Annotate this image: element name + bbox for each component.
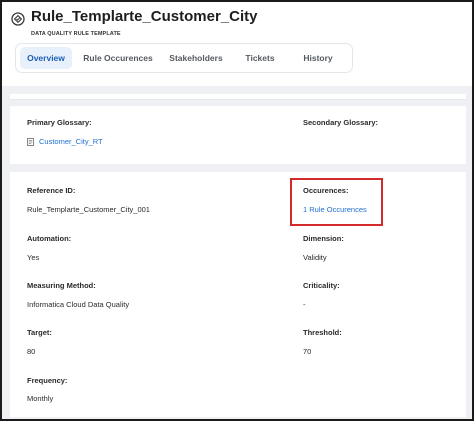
tab-overview[interactable]: Overview: [20, 47, 72, 69]
threshold-label: Threshold:: [303, 328, 342, 337]
page-header: Rule_Templarte_Customer_City DATA QUALIT…: [2, 2, 472, 86]
criticality-label: Criticality:: [303, 281, 340, 290]
measuring-method-label: Measuring Method:: [27, 281, 96, 290]
rule-template-icon: [11, 12, 25, 26]
tab-rule-occurences[interactable]: Rule Occurences: [78, 47, 158, 69]
occurences-highlight-box: [290, 178, 383, 226]
threshold-value: 70: [303, 347, 312, 356]
glossary-panel: Primary Glossary: Customer_City_RT Secon…: [10, 106, 466, 164]
criticality-value: -: [303, 300, 306, 309]
tab-tickets[interactable]: Tickets: [236, 47, 284, 69]
automation-label: Automation:: [27, 234, 72, 243]
page-title: Rule_Templarte_Customer_City: [31, 8, 258, 25]
tab-stakeholders[interactable]: Stakeholders: [164, 47, 228, 69]
tab-bar: Overview Rule Occurences Stakeholders Ti…: [16, 44, 352, 72]
tab-history[interactable]: History: [294, 47, 342, 69]
primary-glossary-link[interactable]: Customer_City_RT: [39, 137, 103, 146]
details-panel: Reference ID: Rule_Templarte_Customer_Ci…: [10, 172, 466, 417]
target-label: Target:: [27, 328, 52, 337]
reference-id-label: Reference ID:: [27, 186, 76, 195]
measuring-method-value: Informatica Cloud Data Quality: [27, 300, 130, 309]
glossary-term-icon: [27, 138, 34, 146]
primary-glossary-label: Primary Glossary:: [27, 118, 92, 127]
secondary-glossary-label: Secondary Glossary:: [303, 118, 379, 127]
target-value: 80: [27, 347, 36, 356]
dimension-label: Dimension:: [303, 234, 344, 243]
collapsed-panel: [10, 94, 466, 100]
automation-value: Yes: [27, 253, 40, 262]
reference-id-value: Rule_Templarte_Customer_City_001: [27, 205, 150, 214]
frequency-value: Monthly: [27, 394, 54, 403]
frequency-label: Frequency:: [27, 376, 68, 385]
window-frame: Rule_Templarte_Customer_City DATA QUALIT…: [0, 0, 474, 421]
dimension-value: Validity: [303, 253, 327, 262]
page-subtitle: DATA QUALITY RULE TEMPLATE: [31, 31, 121, 37]
